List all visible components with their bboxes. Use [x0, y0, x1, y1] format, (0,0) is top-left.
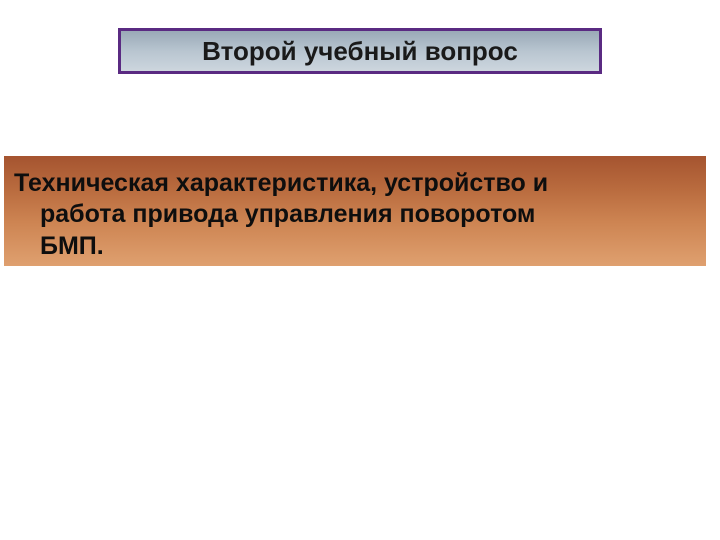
body-box: Техническая характеристика, устройство и…	[4, 156, 706, 266]
body-line-2: работа привода управления поворотом	[14, 199, 690, 230]
title-box: Второй учебный вопрос	[118, 28, 602, 74]
body-line-1: Техническая характеристика, устройство и	[14, 169, 548, 197]
body-line-3: БМП.	[14, 231, 690, 262]
body-text: Техническая характеристика, устройство и…	[14, 168, 690, 262]
title-text: Второй учебный вопрос	[202, 36, 518, 67]
